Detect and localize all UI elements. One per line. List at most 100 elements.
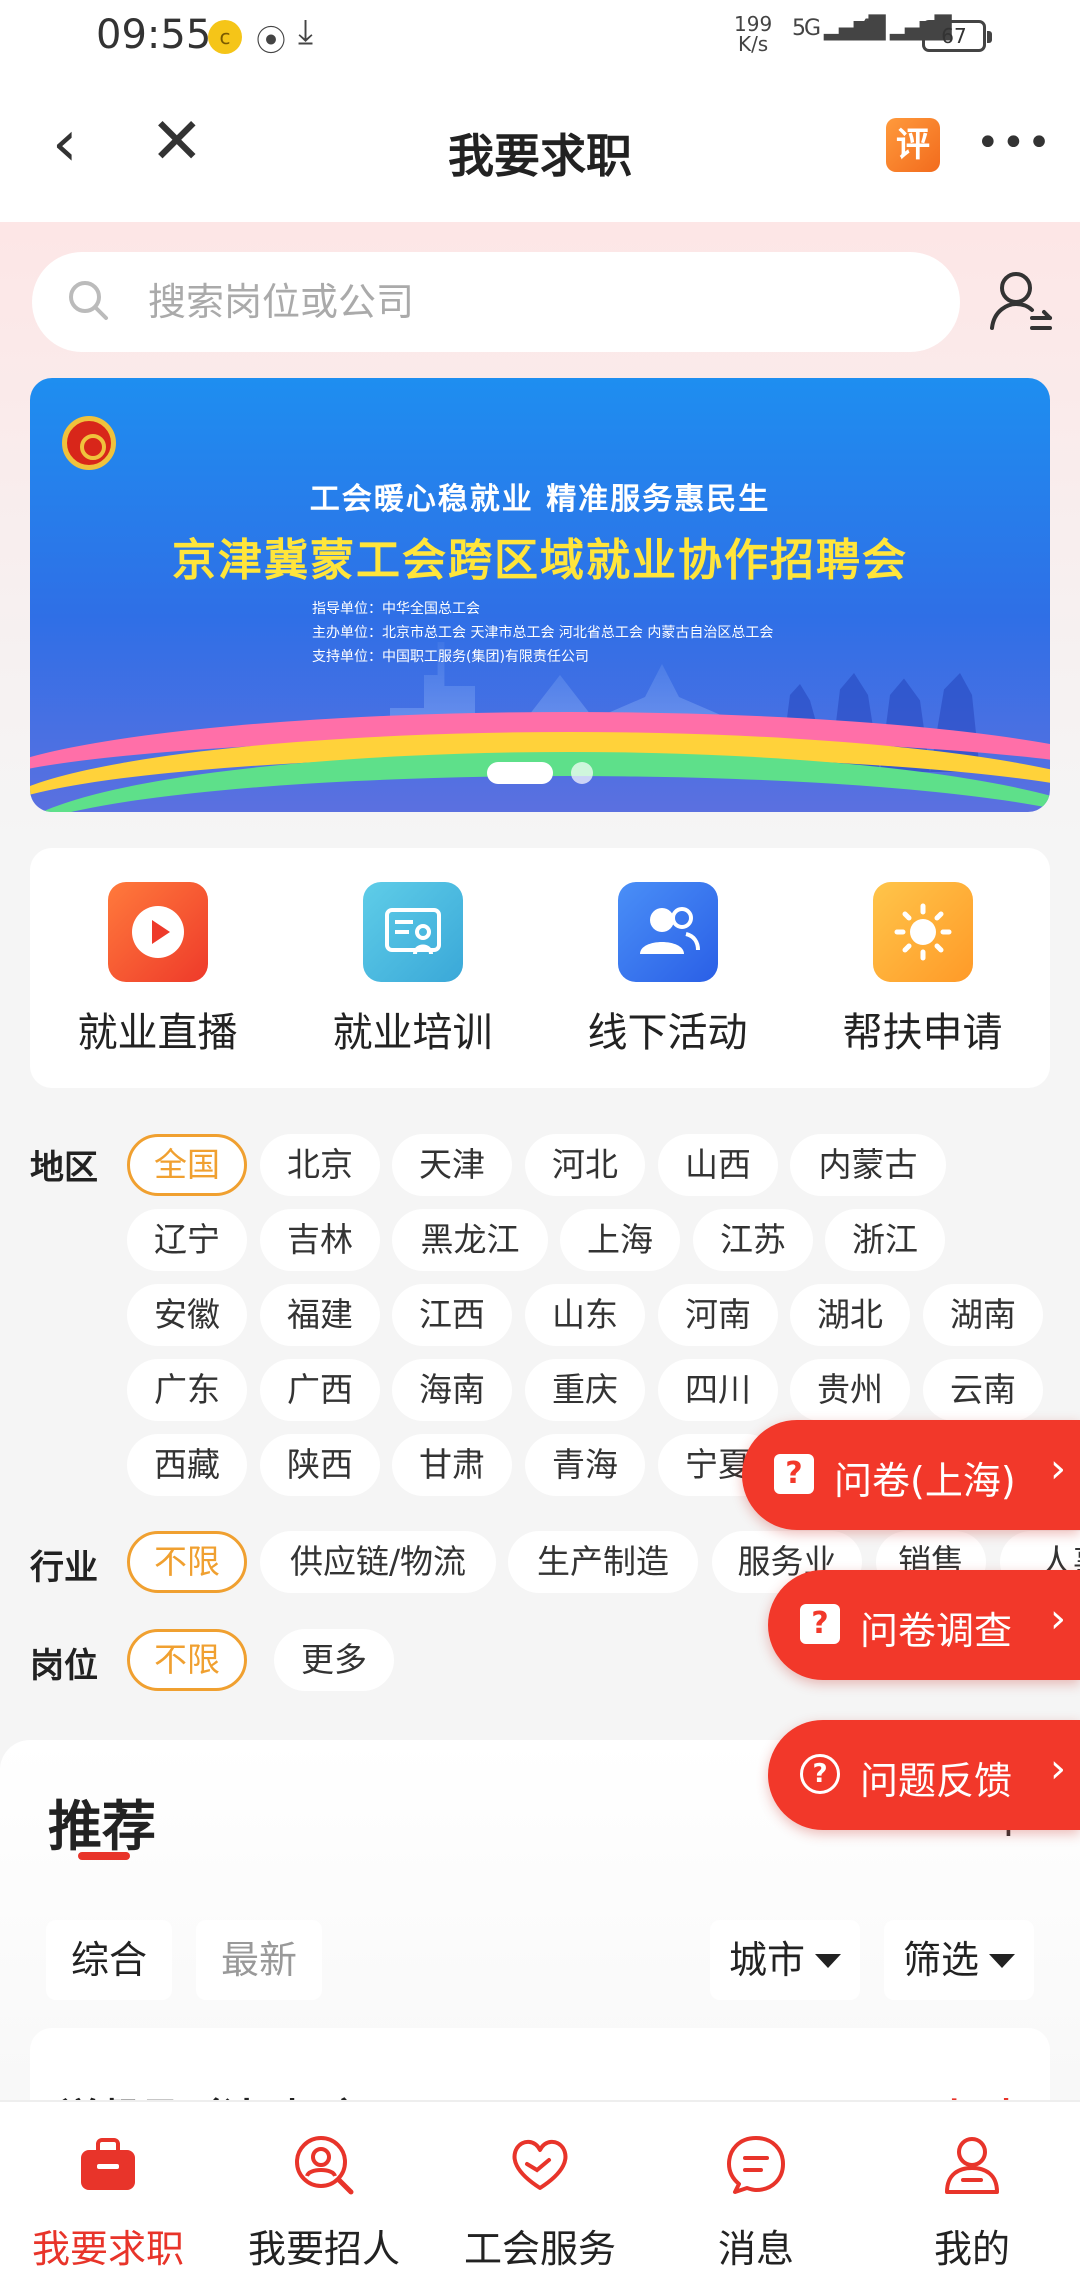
nav-profile[interactable]: 我的 <box>864 2102 1080 2280</box>
region-chip[interactable]: 北京 <box>260 1134 380 1196</box>
feedback-button[interactable]: ? 问题反馈 › <box>768 1720 1080 1830</box>
more-icon[interactable]: ••• <box>976 120 1053 166</box>
region-chip[interactable]: 四川 <box>658 1359 778 1421</box>
region-chip[interactable]: 福建 <box>260 1284 380 1346</box>
region-chip[interactable]: 云南 <box>923 1359 1043 1421</box>
region-chip[interactable]: 黑龙江 <box>392 1209 548 1271</box>
quick-action-training[interactable]: 就业培训 <box>285 848 540 1088</box>
nav-union-service[interactable]: 工会服务 <box>432 2102 648 2280</box>
region-chip[interactable]: 全国 <box>127 1134 247 1196</box>
survey-shanghai-button[interactable]: ? 问卷(上海) › <box>742 1420 1080 1530</box>
filter-dropdown[interactable]: 筛选 <box>884 1920 1034 2000</box>
help-circle-icon: ? <box>800 1754 840 1794</box>
region-filter-label: 地区 <box>30 1148 98 1188</box>
region-chip[interactable]: 上海 <box>560 1209 680 1271</box>
status-time: 09:55 <box>96 12 212 58</box>
user-switch-icon[interactable] <box>988 266 1054 336</box>
search-bar[interactable] <box>32 252 960 352</box>
industry-filter-label: 行业 <box>30 1548 98 1588</box>
chevron-right-icon: › <box>1050 1446 1066 1492</box>
region-chip[interactable]: 江西 <box>392 1284 512 1346</box>
region-chip[interactable]: 山东 <box>525 1284 645 1346</box>
play-icon <box>107 882 208 982</box>
quick-action-live[interactable]: 就业直播 <box>30 848 285 1088</box>
heart-hand-icon <box>512 2139 568 2190</box>
training-icon <box>362 882 463 982</box>
banner-line: 指导单位：中华全国总工会 <box>312 601 480 617</box>
survey-button[interactable]: ? 问卷调查 › <box>768 1570 1080 1680</box>
region-chip[interactable]: 安徽 <box>127 1284 247 1346</box>
city-dropdown[interactable]: 城市 <box>710 1920 860 2000</box>
status-bar: 09:55 c ⦿ ⤓ 199 K/s 5G ▂▄▆█ 4G ▂▄▆█ 67 <box>0 0 1080 74</box>
region-chip[interactable]: 内蒙古 <box>790 1134 946 1196</box>
float-button-label: 问卷调查 <box>860 1609 1013 1653</box>
recruit-search-icon <box>295 2136 354 2195</box>
recommend-title: 推荐 <box>48 1795 156 1858</box>
chevron-down-icon <box>989 1953 1015 1968</box>
region-chip[interactable]: 青海 <box>525 1434 645 1496</box>
city-dropdown-label: 城市 <box>728 1938 805 1982</box>
region-chip[interactable]: 广西 <box>260 1359 380 1421</box>
location-icon: ⦿ <box>256 24 286 59</box>
region-chip[interactable]: 陕西 <box>260 1434 380 1496</box>
title-bar: ‹ ✕ 我要求职 评 ••• <box>0 74 1080 222</box>
question-icon: ? <box>774 1454 814 1494</box>
network-speed-unit: K/s <box>737 32 769 56</box>
chevron-down-icon <box>815 1953 841 1968</box>
region-chip[interactable]: 海南 <box>392 1359 512 1421</box>
search-icon <box>69 281 108 320</box>
region-chip[interactable]: 河南 <box>658 1284 778 1346</box>
region-chip[interactable]: 河北 <box>525 1134 645 1196</box>
carousel-indicator <box>30 762 1050 784</box>
position-more-chip[interactable]: 更多 <box>274 1629 394 1691</box>
sort-tab-latest[interactable]: 最新 <box>196 1920 322 2000</box>
quick-action-offline[interactable]: 线下活动 <box>540 848 795 1088</box>
region-chip[interactable]: 湖南 <box>923 1284 1043 1346</box>
union-logo-icon <box>62 416 116 470</box>
carousel-dot[interactable] <box>570 762 593 784</box>
question-icon: ? <box>800 1604 840 1644</box>
region-chip[interactable]: 广东 <box>127 1359 247 1421</box>
nav-label: 消息 <box>717 2227 794 2271</box>
region-chip[interactable]: 甘肃 <box>392 1434 512 1496</box>
network-speed: 199 K/s <box>734 14 772 54</box>
position-filter-label: 岗位 <box>30 1646 98 1686</box>
sun-icon <box>872 882 973 982</box>
chevron-right-icon: › <box>1050 1596 1066 1642</box>
region-chip[interactable]: 江苏 <box>693 1209 813 1271</box>
carousel-dot-active[interactable] <box>487 762 554 784</box>
download-icon: ⤓ <box>298 12 314 52</box>
filter-dropdown-label: 筛选 <box>902 1938 979 1982</box>
banner-line: 主办单位：北京市总工会 天津市总工会 河北省总工会 内蒙古自治区总工会 <box>312 625 774 641</box>
region-chip[interactable]: 吉林 <box>260 1209 380 1271</box>
region-chip[interactable]: 贵州 <box>790 1359 910 1421</box>
region-chip[interactable]: 天津 <box>392 1134 512 1196</box>
evaluate-icon[interactable]: 评 <box>886 118 940 172</box>
quick-action-label: 就业培训 <box>332 1010 493 1056</box>
position-chip[interactable]: 不限 <box>127 1629 247 1691</box>
region-chip[interactable]: 山西 <box>658 1134 778 1196</box>
sort-tab-comprehensive[interactable]: 综合 <box>46 1920 172 2000</box>
coin-icon: c <box>208 20 242 54</box>
nav-label: 工会服务 <box>463 2227 616 2271</box>
quick-action-assistance[interactable]: 帮扶申请 <box>795 848 1050 1088</box>
region-chip[interactable]: 浙江 <box>825 1209 945 1271</box>
banner-title: 京津冀蒙工会跨区域就业协作招聘会 <box>172 535 908 586</box>
nav-messages[interactable]: 消息 <box>648 2102 864 2280</box>
industry-chip[interactable]: 不限 <box>127 1531 247 1593</box>
region-chip[interactable]: 西藏 <box>127 1434 247 1496</box>
nav-recruit[interactable]: 我要招人 <box>216 2102 432 2280</box>
nav-label: 我要招人 <box>247 2227 400 2271</box>
signal-5g-label: 5G <box>792 16 821 41</box>
banner-subtitle: 工会暖心稳就业 精准服务惠民生 <box>309 482 771 517</box>
region-chip[interactable]: 湖北 <box>790 1284 910 1346</box>
region-chip[interactable]: 辽宁 <box>127 1209 247 1271</box>
industry-chip[interactable]: 供应链/物流 <box>260 1531 496 1593</box>
search-input[interactable] <box>148 272 928 332</box>
nav-job-seek[interactable]: 我要求职 <box>0 2102 216 2280</box>
quick-actions: 就业直播 就业培训 线下活动 帮扶申请 <box>30 848 1050 1088</box>
region-chip[interactable]: 重庆 <box>525 1359 645 1421</box>
promo-banner[interactable]: 工会暖心稳就业 精准服务惠民生 京津冀蒙工会跨区域就业协作招聘会 指导单位：中华… <box>30 378 1050 812</box>
industry-chip[interactable]: 生产制造 <box>508 1531 698 1593</box>
nav-label: 我的 <box>933 2227 1010 2271</box>
